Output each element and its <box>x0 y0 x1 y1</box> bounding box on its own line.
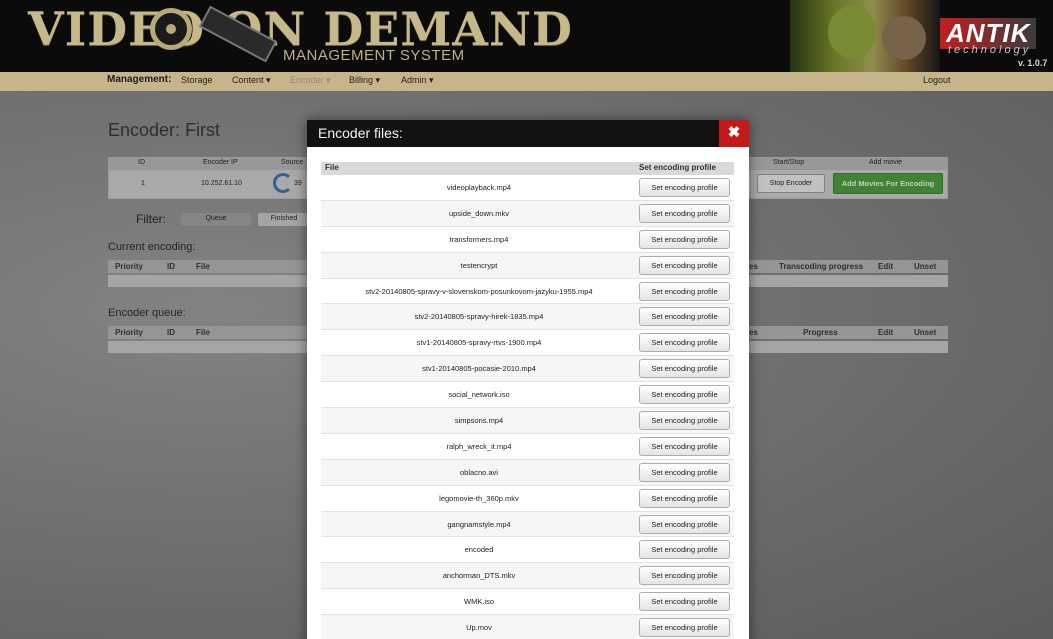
cartoon-character-image <box>828 6 876 58</box>
nav-item-admin[interactable]: Admin ▾ <box>401 75 434 86</box>
files-table-header: File Set encoding profile <box>321 162 734 175</box>
file-name: transformers.mp4 <box>449 234 509 244</box>
set-encoding-profile-button[interactable]: Set encoding profile <box>639 385 730 405</box>
table-row: videoplayback.mp4 Set encoding profile <box>321 175 734 201</box>
set-encoding-profile-button[interactable]: Set encoding profile <box>639 333 730 353</box>
set-encoding-profile-button[interactable]: Set encoding profile <box>639 411 730 431</box>
set-encoding-profile-button[interactable]: Set encoding profile <box>639 229 730 249</box>
table-row: transformers.mp4 Set encoding profile <box>321 227 734 253</box>
file-name: testencrypt <box>460 260 498 270</box>
file-name: stv1-20140805-pocasie-2010.mp4 <box>422 364 536 374</box>
set-encoding-profile-button[interactable]: Set encoding profile <box>639 618 730 638</box>
file-name: stv2-20140805-spravy-hirek-1835.mp4 <box>414 312 544 322</box>
table-row: WMK.iso Set encoding profile <box>321 589 734 616</box>
table-row: oblacno.avi Set encoding profile <box>321 459 734 486</box>
file-name: videoplayback.mp4 <box>446 183 512 192</box>
set-encoding-profile-button[interactable]: Set encoding profile <box>639 436 730 456</box>
table-row: ralph_wreck_it.mp4 Set encoding profile <box>321 434 734 460</box>
table-row: stv2-20140805-spravy-v-slovenskom-posunk… <box>321 279 734 305</box>
file-name: legomovie-th_360p.mkv <box>439 493 519 503</box>
app-header: VIDEO ON DEMAND MANAGEMENT SYSTEM ANTIK … <box>0 0 1053 72</box>
table-row: social_network.iso Set encoding profile <box>321 382 734 409</box>
set-encoding-profile-button[interactable]: Set encoding profile <box>639 255 730 275</box>
version-label: v. 1.0.7 <box>1018 58 1048 68</box>
file-name: social_network.iso <box>448 390 510 400</box>
set-encoding-profile-button[interactable]: Set encoding profile <box>639 462 730 482</box>
table-row: stv2-20140805-spravy-hirek-1835.mp4 Set e… <box>321 304 734 331</box>
file-name: oblacno.avi <box>460 467 498 477</box>
files-table-body: videoplayback.mp4 Set encoding profile ups… <box>321 175 734 639</box>
set-encoding-profile-button[interactable]: Set encoding profile <box>639 514 730 534</box>
file-name: Up.mov <box>466 623 492 633</box>
set-encoding-profile-button[interactable]: Set encoding profile <box>639 307 730 327</box>
table-row: encoded Set encoding profile <box>321 537 734 564</box>
logout-link[interactable]: Logout <box>923 75 951 85</box>
encoder-files-modal: Encoder files: ✖ File Set encoding profi… <box>307 120 749 639</box>
table-row: Up.mov Set encoding profile <box>321 615 734 639</box>
table-row: gangnamstyle.mp4 Set encoding profile <box>321 511 734 538</box>
nav-label: Management: <box>107 74 172 85</box>
nav-item-billing[interactable]: Billing ▾ <box>349 75 380 86</box>
set-encoding-profile-button[interactable]: Set encoding profile <box>639 203 730 223</box>
file-name: stv1-20140805-spravy-rtvs-1900.mp4 <box>416 338 542 348</box>
file-name: gangnamstyle.mp4 <box>447 519 511 529</box>
film-reel-icon <box>150 8 192 50</box>
set-encoding-profile-button[interactable]: Set encoding profile <box>639 359 730 379</box>
set-encoding-profile-button[interactable]: Set encoding profile <box>639 178 730 197</box>
nav-item-storage[interactable]: Storage <box>181 75 213 85</box>
set-encoding-profile-button[interactable]: Set encoding profile <box>639 488 730 508</box>
set-encoding-profile-button[interactable]: Set encoding profile <box>639 281 730 301</box>
cartoon-banner-image <box>790 0 940 72</box>
set-encoding-profile-button[interactable]: Set encoding profile <box>639 566 730 586</box>
file-name: encoded <box>464 545 494 555</box>
main-nav: Management: Storage Content ▾ Encoder ▾ … <box>0 72 1053 91</box>
file-name: anchorman_DTS.mkv <box>442 571 516 581</box>
file-name: upside_down.mkv <box>448 208 510 218</box>
set-encoding-profile-button[interactable]: Set encoding profile <box>639 592 730 612</box>
encoder-files-table: File Set encoding profile videoplayback.… <box>321 162 734 639</box>
set-encoding-profile-button[interactable]: Set encoding profile <box>639 540 730 560</box>
files-col-file: File <box>325 163 339 172</box>
table-row: testencrypt Set encoding profile <box>321 252 734 279</box>
modal-header: Encoder files: ✖ <box>307 120 749 147</box>
file-name: ralph_wreck_it.mp4 <box>446 441 512 451</box>
nav-item-content[interactable]: Content ▾ <box>232 75 271 86</box>
table-row: stv1-20140805-pocasie-2010.mp4 Set encodi… <box>321 356 734 383</box>
table-row: simpsons.mp4 Set encoding profile <box>321 408 734 434</box>
files-col-profile: Set encoding profile <box>639 163 716 172</box>
file-name: stv2-20140805-spravy-v-slovenskom-posunk… <box>365 286 593 296</box>
table-row: upside_down.mkv Set encoding profile <box>321 200 734 227</box>
table-row: stv1-20140805-spravy-rtvs-1900.mp4 Set en… <box>321 330 734 357</box>
modal-title: Encoder files: <box>318 125 403 141</box>
file-name: simpsons.mp4 <box>454 416 504 426</box>
file-name: WMK.iso <box>464 597 494 607</box>
cartoon-character-image <box>882 16 926 60</box>
logo-subtitle: MANAGEMENT SYSTEM <box>283 47 465 64</box>
close-icon[interactable]: ✖ <box>719 120 749 147</box>
table-row: anchorman_DTS.mkv Set encoding profile <box>321 563 734 590</box>
table-row: legomovie-th_360p.mkv Set encoding profil… <box>321 486 734 512</box>
nav-item-encoder[interactable]: Encoder ▾ <box>290 75 331 86</box>
brand-subtitle: technology <box>948 44 1032 56</box>
